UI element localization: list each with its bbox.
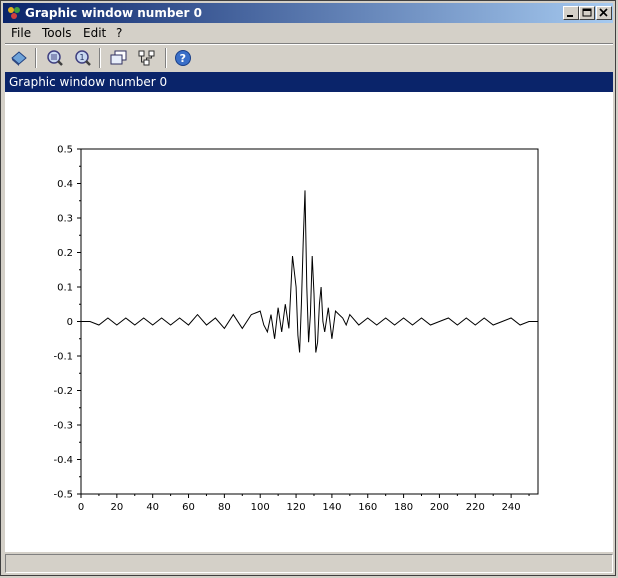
title-bar[interactable]: Graphic window number 0 [3, 3, 613, 23]
help-button[interactable]: ? [171, 47, 195, 69]
y-tick-label: 0.2 [57, 248, 73, 259]
x-tick-label: 20 [110, 502, 123, 513]
svg-text:1: 1 [80, 53, 85, 62]
menu-help[interactable]: ? [116, 26, 122, 40]
datatip-button[interactable] [107, 47, 131, 69]
y-tick-label: -0.4 [53, 455, 73, 466]
toolbar-separator [99, 48, 101, 68]
rotate-icon [11, 51, 27, 66]
datatip-icon [110, 50, 127, 65]
menu-edit[interactable]: Edit [83, 26, 106, 40]
x-tick-label: 40 [146, 502, 159, 513]
scilab-app-icon [8, 7, 20, 19]
menu-bar: File Tools Edit ? [3, 23, 613, 43]
close-button[interactable] [596, 6, 612, 20]
x-tick-label: 200 [430, 502, 449, 513]
toolbar: 1 ? [3, 45, 613, 71]
line-plot[interactable]: 0 20 40 60 80 100 120 140 160 180 200 220 240 -0.5 -0.… [5, 92, 613, 552]
x-tick-label: 140 [322, 502, 341, 513]
y-tick-label: -0.3 [53, 421, 73, 432]
minimize-icon [567, 15, 573, 17]
y-tick-label: -0.2 [53, 386, 73, 397]
y-tick-label: 0.5 [57, 145, 73, 156]
graphic-panel: Graphic window number 0 0 20 40 60 80 100 120 1… [5, 72, 613, 552]
unzoom-button[interactable]: 1 [71, 47, 95, 69]
y-tick-label: -0.5 [53, 490, 73, 501]
status-bar [5, 554, 613, 573]
maximize-icon [582, 8, 592, 17]
toolbar-separator [165, 48, 167, 68]
x-tick-label: 220 [466, 502, 485, 513]
y-tick-label: -0.1 [53, 352, 73, 363]
x-tick-label: 240 [502, 502, 521, 513]
menu-file[interactable]: File [11, 26, 31, 40]
graphic-window: Graphic window number 0 File Tools Edit … [0, 0, 616, 576]
y-tick-label: 0.3 [57, 214, 73, 225]
toolbar-separator [35, 48, 37, 68]
help-icon: ? [175, 50, 191, 66]
x-tick-label: 160 [358, 502, 377, 513]
x-tick-label: 180 [394, 502, 413, 513]
x-tick-label: 100 [251, 502, 270, 513]
menu-tools[interactable]: Tools [42, 26, 72, 40]
editor-button[interactable] [135, 47, 159, 69]
rotate-button[interactable] [7, 47, 31, 69]
zoom-button[interactable] [43, 47, 67, 69]
x-tick-label: 60 [182, 502, 195, 513]
editor-icon [138, 50, 155, 66]
y-tick-label: 0 [67, 317, 73, 328]
y-tick-label: 0.4 [57, 179, 73, 190]
svg-text:?: ? [180, 52, 186, 65]
x-tick-label: 0 [78, 502, 84, 513]
panel-header-title: Graphic window number 0 [9, 75, 168, 89]
y-tick-label: 0.1 [57, 283, 73, 294]
panel-header: Graphic window number 0 [5, 72, 613, 92]
close-icon [599, 8, 608, 17]
minimize-button[interactable] [563, 6, 579, 20]
x-tick-label: 80 [218, 502, 231, 513]
unzoom-icon: 1 [75, 50, 91, 66]
zoom-icon [47, 50, 63, 66]
x-tick-label: 120 [287, 502, 306, 513]
window-title: Graphic window number 0 [25, 6, 203, 20]
maximize-button[interactable] [579, 6, 595, 20]
